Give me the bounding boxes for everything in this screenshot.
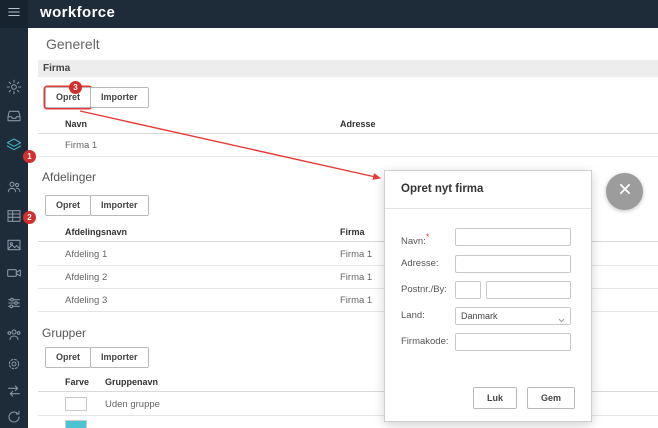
adresse-label: Adresse: — [401, 258, 439, 269]
brightness-icon[interactable] — [6, 79, 22, 95]
table-row[interactable]: Firma 1 — [38, 134, 658, 157]
firma-table-header: Navn Adresse — [38, 115, 658, 134]
video-icon[interactable] — [6, 265, 22, 281]
required-marker: * — [425, 232, 430, 242]
cell-firma: Firma 1 — [340, 295, 373, 306]
image-icon[interactable] — [6, 237, 22, 253]
sidebar — [0, 28, 28, 428]
table-icon[interactable] — [6, 208, 22, 224]
firmakode-label: Firmakode: — [401, 336, 449, 347]
firma-opret-button[interactable]: Opret — [45, 87, 92, 108]
section-header-firma: Firma — [38, 60, 658, 77]
grupper-opret-button[interactable]: Opret — [45, 347, 92, 368]
annotation-badge-3: 3 — [69, 81, 82, 94]
navn-label: Navn:* — [401, 232, 430, 248]
section-title-afdelinger: Afdelinger — [42, 170, 97, 184]
by-field[interactable] — [486, 281, 571, 299]
col-header-afdelingsnavn: Afdelingsnavn — [65, 227, 128, 237]
cell-afdelingsnavn: Afdeling 2 — [65, 272, 108, 283]
chevron-down-icon — [557, 312, 566, 323]
app-window: workforce Generelt Firma Opret Importer … — [0, 0, 658, 428]
luk-button[interactable]: Luk — [472, 387, 517, 409]
users-icon[interactable] — [6, 179, 22, 195]
hamburger-menu-button[interactable] — [0, 0, 28, 28]
layers-icon[interactable] — [6, 137, 22, 153]
page-title: Generelt — [46, 36, 100, 52]
navn-field[interactable] — [455, 228, 571, 246]
annotation-badge-2: 2 — [23, 211, 36, 224]
afdelinger-importer-button[interactable]: Importer — [90, 195, 149, 216]
gem-button[interactable]: Gem — [526, 387, 575, 409]
app-logo: workforce — [40, 4, 116, 21]
sliders-icon[interactable] — [6, 295, 22, 311]
color-swatch — [65, 397, 87, 411]
grupper-importer-button[interactable]: Importer — [90, 347, 149, 368]
land-label: Land: — [401, 310, 425, 321]
adresse-field[interactable] — [455, 255, 571, 273]
cell-afdelingsnavn: Afdeling 1 — [65, 249, 108, 260]
refresh-icon[interactable] — [6, 409, 22, 425]
close-icon — [616, 180, 634, 203]
cell-afdelingsnavn: Afdeling 3 — [65, 295, 108, 306]
dialog-header: Opret nyt firma — [385, 171, 591, 209]
hamburger-icon — [7, 5, 21, 24]
opret-nyt-firma-dialog: Opret nyt firma Navn:* Adresse: Postnr./… — [384, 170, 592, 422]
land-selected-value: Danmark — [461, 311, 498, 321]
section-title-firma: Firma — [43, 63, 71, 74]
topbar: workforce — [0, 0, 658, 28]
postnr-by-label: Postnr./By: — [401, 284, 447, 295]
col-header-farve: Farve — [65, 377, 90, 387]
cell-gruppenavn: Uden gruppe — [105, 399, 160, 410]
team-icon[interactable] — [6, 327, 22, 343]
color-swatch — [65, 420, 87, 428]
firmakode-field[interactable] — [455, 333, 571, 351]
section-title-grupper: Grupper — [42, 326, 87, 340]
cell-firma: Firma 1 — [340, 272, 373, 283]
annotation-badge-1: 1 — [23, 150, 36, 163]
firma-importer-button[interactable]: Importer — [90, 87, 149, 108]
land-select[interactable]: Danmark — [455, 307, 571, 325]
col-header-adresse: Adresse — [340, 119, 376, 129]
col-header-gruppenavn: Gruppenavn — [105, 377, 159, 387]
cell-firma: Firma 1 — [340, 249, 373, 260]
afdelinger-opret-button[interactable]: Opret — [45, 195, 92, 216]
gear-icon[interactable] — [6, 356, 22, 372]
dialog-title: Opret nyt firma — [401, 183, 484, 195]
inbox-icon[interactable] — [6, 108, 22, 124]
close-dialog-button[interactable] — [606, 173, 643, 210]
swap-icon[interactable] — [6, 383, 22, 399]
col-header-firma: Firma — [340, 227, 365, 237]
cell-navn: Firma 1 — [65, 140, 98, 151]
col-header-navn: Navn — [65, 119, 88, 129]
postnr-field[interactable] — [455, 281, 481, 299]
